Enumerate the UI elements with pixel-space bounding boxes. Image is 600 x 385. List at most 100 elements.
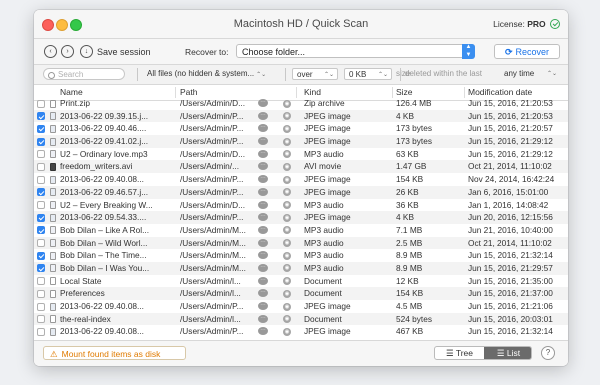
search-input[interactable]: Search — [43, 68, 125, 80]
reveal-in-finder-icon[interactable]: ⋯ — [258, 137, 268, 146]
save-session-icon-button[interactable]: ↓ — [80, 45, 93, 58]
back-button[interactable]: ‹ — [44, 45, 57, 58]
row-checkbox[interactable] — [37, 239, 45, 248]
table-row[interactable]: 2013-06-22 09.46.57.j... /Users/Admin/P..… — [34, 185, 568, 199]
preview-eye-icon[interactable]: ◉ — [283, 251, 291, 260]
table-row[interactable]: Bob Dilan – Like A Rol... /Users/Admin/M.… — [34, 224, 568, 237]
reveal-in-finder-icon[interactable]: ⋯ — [258, 213, 268, 222]
time-range-select[interactable]: any time ⌃⌄ — [500, 68, 560, 80]
preview-eye-icon[interactable]: ◉ — [283, 315, 291, 324]
table-row[interactable]: U2 – Ordinary love.mp3/Users/Admin/D... M… — [34, 148, 568, 161]
table-row[interactable]: Bob Dilan – Wild Worl... /Users/Admin/M..… — [34, 236, 568, 250]
preview-eye-icon[interactable]: ◉ — [283, 289, 291, 298]
reveal-in-finder-icon[interactable]: ⋯ — [258, 149, 268, 158]
table-row[interactable]: 2013-06-22 09.54.33.... /Users/Admin/P...… — [34, 211, 568, 224]
table-row[interactable]: 2013-06-22 09.40.08... /Users/Admin/P... J… — [34, 300, 568, 313]
reveal-in-finder-icon[interactable]: ⋯ — [258, 327, 268, 336]
tree-view-button[interactable]: ☰ Tree — [435, 347, 484, 359]
row-checkbox[interactable] — [37, 289, 45, 298]
reveal-in-finder-icon[interactable]: ⋯ — [258, 225, 268, 234]
row-checkbox[interactable] — [37, 99, 45, 108]
table-row[interactable]: freedom_writers.avi/Users/Admin/... AVI m… — [34, 160, 568, 174]
divider — [137, 68, 138, 81]
preview-eye-icon[interactable]: ◉ — [283, 213, 291, 222]
recover-button[interactable]: ⟳ Recover — [494, 44, 560, 59]
table-row[interactable]: Preferences/Users/Admin/l... Document 154 … — [34, 287, 568, 300]
row-checkbox[interactable] — [37, 162, 45, 171]
preview-eye-icon[interactable]: ◉ — [283, 162, 291, 171]
table-row[interactable]: 2013-06-22 09.41.02.j... /Users/Admin/P..… — [34, 135, 568, 148]
preview-eye-icon[interactable]: ◉ — [283, 239, 291, 248]
reveal-in-finder-icon[interactable]: ⋯ — [258, 263, 268, 272]
row-checkbox[interactable] — [37, 213, 45, 222]
column-header-kind[interactable]: Kind — [304, 87, 321, 97]
reveal-in-finder-icon[interactable]: ⋯ — [258, 187, 268, 196]
row-checkbox[interactable] — [37, 327, 45, 336]
row-checkbox[interactable] — [37, 251, 45, 260]
column-header-name[interactable]: Name — [60, 87, 83, 97]
help-button[interactable]: ? — [541, 346, 555, 360]
file-type-filter[interactable]: All files (no hidden & system... ⌃⌄ — [147, 69, 266, 80]
reveal-in-finder-icon[interactable]: ⋯ — [258, 200, 268, 209]
preview-eye-icon[interactable]: ◉ — [283, 175, 291, 184]
column-header-date[interactable]: Modification date — [468, 87, 532, 97]
row-checkbox[interactable] — [37, 188, 45, 197]
preview-eye-icon[interactable]: ◉ — [283, 201, 291, 209]
row-checkbox[interactable] — [37, 226, 45, 235]
table-row[interactable]: Bob Dilan – The Time... /Users/Admin/M...… — [34, 249, 568, 262]
reveal-in-finder-icon[interactable]: ⋯ — [258, 276, 268, 285]
reveal-in-finder-icon[interactable]: ⋯ — [258, 314, 268, 323]
row-checkbox[interactable] — [37, 175, 45, 184]
table-row[interactable]: 2013-06-22 09.40.46.... /Users/Admin/P...… — [34, 122, 568, 135]
table-row[interactable]: Print.zip/Users/Admin/D... Zip archive 126… — [34, 97, 568, 110]
preview-eye-icon[interactable]: ◉ — [283, 226, 291, 235]
cell-name: Bob Dilan – Like A Rol... — [60, 224, 150, 235]
table-row[interactable]: U2 – Every Breaking W... /Users/Admin/D..… — [34, 199, 568, 212]
save-session-button[interactable]: Save session — [97, 47, 151, 57]
reveal-in-finder-icon[interactable]: ⋯ — [258, 111, 268, 120]
check-circle-icon — [550, 19, 560, 29]
reveal-in-finder-icon[interactable]: ⋯ — [258, 162, 268, 171]
row-checkbox[interactable] — [37, 201, 45, 209]
size-operator-select[interactable]: over ⌃⌄ — [292, 68, 338, 80]
reveal-in-finder-icon[interactable]: ⋯ — [258, 99, 268, 107]
preview-eye-icon[interactable]: ◉ — [283, 327, 291, 336]
preview-eye-icon[interactable]: ◉ — [283, 150, 291, 159]
reveal-in-finder-icon[interactable]: ⋯ — [258, 251, 268, 260]
reveal-in-finder-icon[interactable]: ⋯ — [258, 175, 268, 184]
recover-folder-select[interactable]: Choose folder... ▲ ▼ — [236, 44, 475, 59]
reveal-in-finder-icon[interactable]: ⋯ — [258, 238, 268, 247]
table-row[interactable]: Local State/Users/Admin/l... Document 12 K… — [34, 275, 568, 288]
reveal-in-finder-icon[interactable]: ⋯ — [258, 289, 268, 298]
row-checkbox[interactable] — [37, 277, 45, 286]
row-checkbox[interactable] — [37, 264, 45, 273]
row-checkbox[interactable] — [37, 137, 45, 146]
row-checkbox[interactable] — [37, 302, 45, 311]
preview-eye-icon[interactable]: ◉ — [283, 99, 291, 108]
preview-eye-icon[interactable]: ◉ — [283, 302, 291, 311]
forward-button[interactable]: › — [61, 45, 74, 58]
preview-eye-icon[interactable]: ◉ — [283, 277, 291, 286]
preview-eye-icon[interactable]: ◉ — [283, 112, 291, 121]
row-checkbox[interactable] — [37, 124, 45, 133]
row-checkbox[interactable] — [37, 112, 45, 121]
preview-eye-icon[interactable]: ◉ — [283, 188, 291, 197]
table-row[interactable]: Bob Dilan – I Was You... /Users/Admin/M..… — [34, 261, 568, 275]
table-row[interactable]: the-real-index/Users/Admin/l... Document 5… — [34, 312, 568, 326]
preview-eye-icon[interactable]: ◉ — [283, 137, 291, 146]
table-row[interactable]: 2013-06-22 09.39.15.j... /Users/Admin/P..… — [34, 109, 568, 123]
reveal-in-finder-icon[interactable]: ⋯ — [258, 302, 268, 310]
size-value-field[interactable]: 0 KB ⌃⌄ — [344, 68, 392, 80]
row-checkbox[interactable] — [37, 150, 45, 159]
column-header-path[interactable]: Path — [180, 87, 198, 97]
mount-as-disk-button[interactable]: ⚠ Mount found items as disk — [43, 346, 186, 360]
preview-eye-icon[interactable]: ◉ — [283, 124, 291, 133]
column-header-size[interactable]: Size — [396, 87, 413, 97]
table-row[interactable]: 2013-06-22 09.40.08... /Users/Admin/P... J… — [34, 325, 568, 338]
reveal-in-finder-icon[interactable]: ⋯ — [258, 124, 268, 133]
preview-eye-icon[interactable]: ◉ — [283, 264, 291, 273]
table-row[interactable]: 2013-06-22 09.40.08... /Users/Admin/P... J… — [34, 173, 568, 186]
chevron-down-icon: ⌃⌄ — [256, 72, 267, 78]
row-checkbox[interactable] — [37, 315, 45, 324]
list-view-button[interactable]: ☰ List — [484, 347, 531, 359]
